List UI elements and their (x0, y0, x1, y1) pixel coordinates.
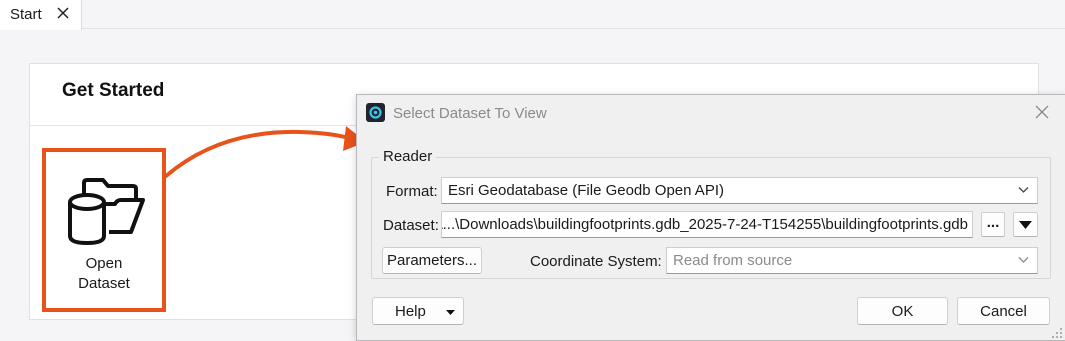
triangle-down-icon (1019, 220, 1032, 229)
parameters-label: Parameters... (386, 252, 478, 269)
format-value: Esri Geodatabase (File Geodb Open API) (448, 182, 724, 199)
ok-button[interactable]: OK (857, 297, 948, 325)
ok-label: OK (891, 302, 914, 320)
open-dataset-button[interactable]: Open Dataset (42, 148, 166, 312)
tab-strip: Start (0, 0, 1065, 30)
coordinate-system-label: Coordinate System: (530, 253, 662, 270)
open-dataset-label-line1: Open (85, 255, 123, 272)
dataset-input[interactable]: C:\Users\...\Downloads\buildingfootprint… (441, 211, 973, 238)
coordinate-system-select[interactable]: Read from source (666, 247, 1038, 274)
annotation-arrow (164, 126, 366, 178)
tab-start[interactable]: Start (0, 0, 82, 30)
format-select[interactable]: Esri Geodatabase (File Geodb Open API) (441, 177, 1038, 204)
dataset-value: C:\Users\...\Downloads\buildingfootprint… (442, 216, 968, 233)
chevron-down-icon (1018, 187, 1029, 193)
dialog-title: Select Dataset To View (393, 105, 547, 122)
help-button[interactable]: Help (372, 297, 464, 325)
cancel-button[interactable]: Cancel (957, 297, 1050, 325)
browse-label: ... (986, 214, 1000, 231)
dataset-dropdown-button[interactable] (1013, 212, 1038, 237)
browse-button[interactable]: ... (981, 212, 1005, 237)
open-dataset-label: Open Dataset (46, 254, 162, 294)
coordinate-system-value: Read from source (673, 252, 793, 269)
tab-start-label: Start (10, 6, 42, 23)
close-icon[interactable] (56, 6, 70, 20)
reader-group-label: Reader (379, 148, 437, 165)
close-icon[interactable] (1034, 104, 1050, 120)
format-label: Format: (386, 183, 438, 200)
chevron-down-icon (1018, 257, 1029, 263)
resize-grip-icon[interactable] (1051, 327, 1063, 339)
select-dataset-dialog: Select Dataset To View Reader Format: Es… (356, 94, 1065, 341)
dialog-titlebar[interactable]: Select Dataset To View (357, 95, 1065, 131)
open-dataset-icon (68, 178, 145, 246)
app-icon (366, 103, 385, 122)
page-title: Get Started (62, 80, 165, 101)
dataset-label: Dataset: (383, 217, 439, 234)
caret-down-icon (446, 310, 455, 315)
cancel-label: Cancel (980, 302, 1027, 320)
open-dataset-label-line2: Dataset (78, 275, 130, 292)
parameters-button[interactable]: Parameters... (382, 247, 482, 274)
help-label: Help (395, 302, 426, 320)
